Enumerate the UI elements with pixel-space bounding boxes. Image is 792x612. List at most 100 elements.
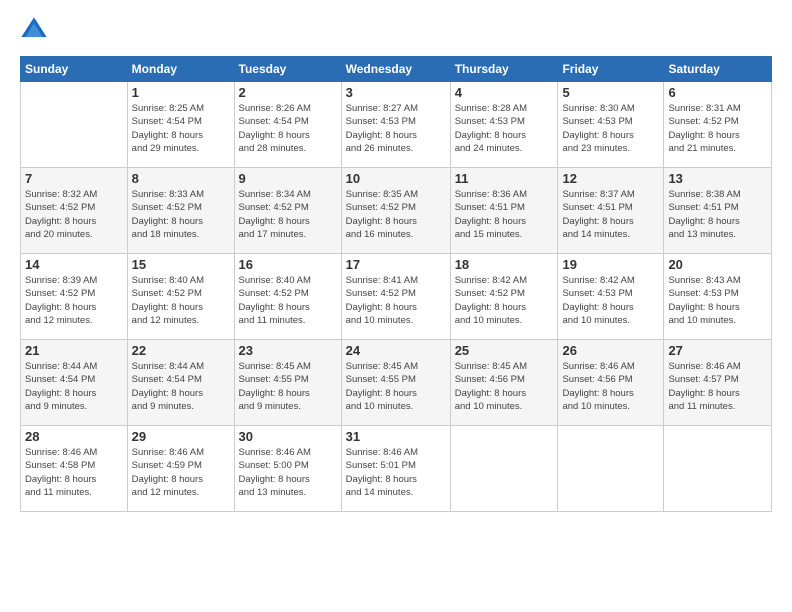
calendar-cell: 7 Sunrise: 8:32 AM Sunset: 4:52 PM Daylig… [21,168,128,254]
day-number: 28 [25,429,123,444]
day-number: 11 [455,171,554,186]
day-info: Sunrise: 8:30 AM Sunset: 4:53 PM Dayligh… [562,102,659,155]
day-number: 24 [346,343,446,358]
weekday-header: Monday [127,57,234,82]
weekday-header: Friday [558,57,664,82]
weekday-header: Tuesday [234,57,341,82]
calendar-cell: 5 Sunrise: 8:30 AM Sunset: 4:53 PM Daylig… [558,82,664,168]
calendar-cell: 17 Sunrise: 8:41 AM Sunset: 4:52 PM Dayli… [341,254,450,340]
calendar-cell [21,82,128,168]
day-number: 14 [25,257,123,272]
day-number: 30 [239,429,337,444]
calendar-cell: 19 Sunrise: 8:42 AM Sunset: 4:53 PM Dayli… [558,254,664,340]
day-info: Sunrise: 8:43 AM Sunset: 4:53 PM Dayligh… [668,274,767,327]
calendar-header-row: SundayMondayTuesdayWednesdayThursdayFrid… [21,57,772,82]
calendar-cell: 23Sunrise: 8:45 AM Sunset: 4:55 PM Dayli… [234,340,341,426]
calendar-cell: 12 Sunrise: 8:37 AM Sunset: 4:51 PM Dayli… [558,168,664,254]
day-number: 26 [562,343,659,358]
day-info: Sunrise: 8:33 AM Sunset: 4:52 PM Dayligh… [132,188,230,241]
day-info: Sunrise: 8:34 AM Sunset: 4:52 PM Dayligh… [239,188,337,241]
calendar-week-row: 14 Sunrise: 8:39 AM Sunset: 4:52 PM Dayli… [21,254,772,340]
calendar-cell: 2 Sunrise: 8:26 AM Sunset: 4:54 PM Daylig… [234,82,341,168]
calendar-cell [558,426,664,512]
calendar-cell: 20 Sunrise: 8:43 AM Sunset: 4:53 PM Dayli… [664,254,772,340]
day-number: 5 [562,85,659,100]
calendar-cell: 4 Sunrise: 8:28 AM Sunset: 4:53 PM Daylig… [450,82,558,168]
logo [20,16,50,44]
day-info: Sunrise: 8:46 AM Sunset: 5:00 PM Dayligh… [239,446,337,499]
day-info: Sunrise: 8:40 AM Sunset: 4:52 PM Dayligh… [239,274,337,327]
day-number: 29 [132,429,230,444]
day-number: 15 [132,257,230,272]
day-number: 1 [132,85,230,100]
day-info: Sunrise: 8:32 AM Sunset: 4:52 PM Dayligh… [25,188,123,241]
calendar-cell: 30 Sunrise: 8:46 AM Sunset: 5:00 PM Dayli… [234,426,341,512]
day-number: 27 [668,343,767,358]
header [20,16,772,44]
day-number: 19 [562,257,659,272]
day-info: Sunrise: 8:45 AM Sunset: 4:55 PM Dayligh… [346,360,446,413]
calendar-table: SundayMondayTuesdayWednesdayThursdayFrid… [20,56,772,512]
page: SundayMondayTuesdayWednesdayThursdayFrid… [0,0,792,612]
day-number: 25 [455,343,554,358]
day-number: 12 [562,171,659,186]
day-info: Sunrise: 8:35 AM Sunset: 4:52 PM Dayligh… [346,188,446,241]
calendar-week-row: 28Sunrise: 8:46 AM Sunset: 4:58 PM Dayli… [21,426,772,512]
weekday-header: Saturday [664,57,772,82]
day-info: Sunrise: 8:41 AM Sunset: 4:52 PM Dayligh… [346,274,446,327]
calendar-cell: 1 Sunrise: 8:25 AM Sunset: 4:54 PM Daylig… [127,82,234,168]
calendar-cell: 31 Sunrise: 8:46 AM Sunset: 5:01 PM Dayli… [341,426,450,512]
calendar-cell: 9Sunrise: 8:34 AM Sunset: 4:52 PM Daylig… [234,168,341,254]
day-number: 21 [25,343,123,358]
day-info: Sunrise: 8:46 AM Sunset: 4:56 PM Dayligh… [562,360,659,413]
day-info: Sunrise: 8:37 AM Sunset: 4:51 PM Dayligh… [562,188,659,241]
day-number: 31 [346,429,446,444]
calendar-cell: 28Sunrise: 8:46 AM Sunset: 4:58 PM Dayli… [21,426,128,512]
day-info: Sunrise: 8:36 AM Sunset: 4:51 PM Dayligh… [455,188,554,241]
calendar-cell: 10 Sunrise: 8:35 AM Sunset: 4:52 PM Dayli… [341,168,450,254]
calendar-cell: 29Sunrise: 8:46 AM Sunset: 4:59 PM Dayli… [127,426,234,512]
day-number: 7 [25,171,123,186]
calendar-cell: 22Sunrise: 8:44 AM Sunset: 4:54 PM Dayli… [127,340,234,426]
day-number: 20 [668,257,767,272]
calendar-cell: 24 Sunrise: 8:45 AM Sunset: 4:55 PM Dayli… [341,340,450,426]
day-number: 10 [346,171,446,186]
calendar-cell: 8 Sunrise: 8:33 AM Sunset: 4:52 PM Daylig… [127,168,234,254]
weekday-header: Thursday [450,57,558,82]
day-info: Sunrise: 8:42 AM Sunset: 4:53 PM Dayligh… [562,274,659,327]
day-number: 16 [239,257,337,272]
day-number: 8 [132,171,230,186]
day-info: Sunrise: 8:46 AM Sunset: 5:01 PM Dayligh… [346,446,446,499]
day-info: Sunrise: 8:31 AM Sunset: 4:52 PM Dayligh… [668,102,767,155]
calendar-cell: 13 Sunrise: 8:38 AM Sunset: 4:51 PM Dayli… [664,168,772,254]
calendar-cell: 27 Sunrise: 8:46 AM Sunset: 4:57 PM Dayli… [664,340,772,426]
day-info: Sunrise: 8:39 AM Sunset: 4:52 PM Dayligh… [25,274,123,327]
calendar-cell: 11 Sunrise: 8:36 AM Sunset: 4:51 PM Dayli… [450,168,558,254]
calendar-cell: 3Sunrise: 8:27 AM Sunset: 4:53 PM Daylig… [341,82,450,168]
day-info: Sunrise: 8:25 AM Sunset: 4:54 PM Dayligh… [132,102,230,155]
day-info: Sunrise: 8:28 AM Sunset: 4:53 PM Dayligh… [455,102,554,155]
weekday-header: Wednesday [341,57,450,82]
calendar-cell: 21 Sunrise: 8:44 AM Sunset: 4:54 PM Dayli… [21,340,128,426]
day-number: 13 [668,171,767,186]
calendar-cell [450,426,558,512]
day-info: Sunrise: 8:40 AM Sunset: 4:52 PM Dayligh… [132,274,230,327]
day-info: Sunrise: 8:26 AM Sunset: 4:54 PM Dayligh… [239,102,337,155]
calendar-cell: 6 Sunrise: 8:31 AM Sunset: 4:52 PM Daylig… [664,82,772,168]
day-info: Sunrise: 8:44 AM Sunset: 4:54 PM Dayligh… [25,360,123,413]
day-number: 6 [668,85,767,100]
day-number: 17 [346,257,446,272]
calendar-week-row: 7 Sunrise: 8:32 AM Sunset: 4:52 PM Daylig… [21,168,772,254]
day-info: Sunrise: 8:46 AM Sunset: 4:57 PM Dayligh… [668,360,767,413]
calendar-cell: 16 Sunrise: 8:40 AM Sunset: 4:52 PM Dayli… [234,254,341,340]
calendar-cell: 26 Sunrise: 8:46 AM Sunset: 4:56 PM Dayli… [558,340,664,426]
calendar-week-row: 21 Sunrise: 8:44 AM Sunset: 4:54 PM Dayli… [21,340,772,426]
day-number: 2 [239,85,337,100]
calendar-cell [664,426,772,512]
day-number: 3 [346,85,446,100]
calendar-cell: 14 Sunrise: 8:39 AM Sunset: 4:52 PM Dayli… [21,254,128,340]
day-info: Sunrise: 8:45 AM Sunset: 4:56 PM Dayligh… [455,360,554,413]
calendar-cell: 18Sunrise: 8:42 AM Sunset: 4:52 PM Dayli… [450,254,558,340]
day-info: Sunrise: 8:38 AM Sunset: 4:51 PM Dayligh… [668,188,767,241]
day-number: 4 [455,85,554,100]
